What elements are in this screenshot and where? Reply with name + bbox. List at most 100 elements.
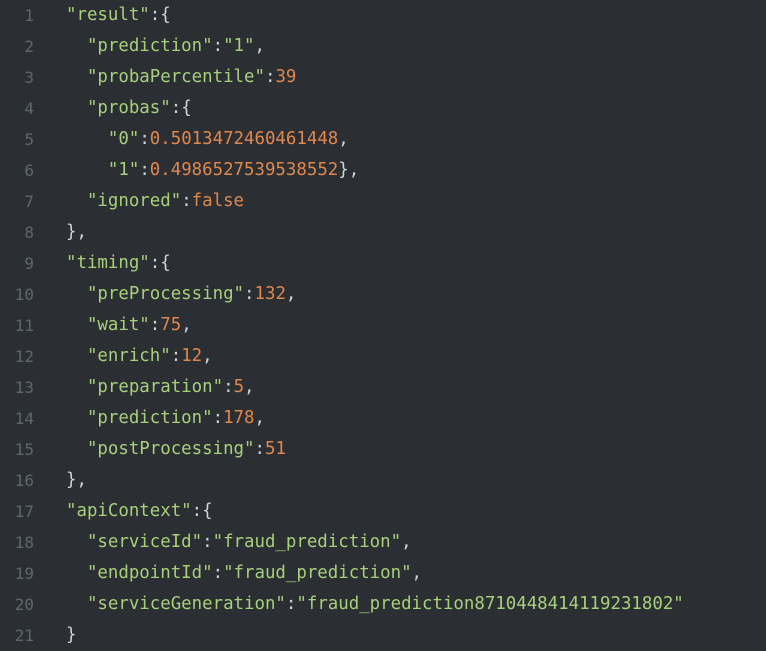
code-line: 12 "enrich":12, — [0, 341, 766, 372]
code-content: "probas":{ — [34, 93, 192, 124]
punctuation: : — [202, 532, 213, 552]
number-value: 0.5013472460461448 — [149, 129, 339, 149]
code-content: "endpointId":"fraud_prediction", — [34, 558, 422, 589]
punctuation: }, — [66, 470, 87, 490]
code-content: "preparation":5, — [34, 372, 255, 403]
code-line: 4 "probas":{ — [0, 93, 766, 124]
punctuation: : — [285, 594, 297, 614]
punctuation: :{ — [149, 253, 171, 273]
punctuation: :{ — [170, 98, 192, 118]
number-value: 178 — [223, 408, 255, 428]
line-number: 15 — [14, 440, 34, 459]
code-content: "serviceGeneration":"fraud_prediction871… — [34, 589, 684, 620]
punctuation: }, — [338, 160, 360, 180]
code-line: 15 "postProcessing":51 — [0, 434, 766, 465]
json-key: "result" — [66, 5, 150, 25]
line-number: 10 — [14, 285, 34, 304]
code-line: 7 "ignored":false — [0, 186, 766, 217]
line-number: 12 — [14, 347, 34, 366]
code-content: "wait":75, — [34, 310, 192, 341]
code-line: 10 "preProcessing":132, — [0, 279, 766, 310]
code-line: 13 "preparation":5, — [0, 372, 766, 403]
punctuation: : — [181, 191, 192, 211]
code-content: "preProcessing":132, — [34, 279, 296, 310]
line-number: 13 — [14, 378, 34, 397]
number-value: 12 — [181, 346, 203, 366]
code-content: } — [34, 620, 76, 651]
punctuation: , — [338, 129, 349, 149]
code-content: "apiContext":{ — [34, 496, 213, 527]
line-number: 7 — [24, 192, 34, 211]
code-line: 3 "probaPercentile":39 — [0, 62, 766, 93]
punctuation: , — [285, 284, 297, 304]
code-content: "0":0.5013472460461448, — [34, 124, 349, 155]
json-key: "endpointId" — [86, 563, 213, 583]
code-line: 20 "serviceGeneration":"fraud_prediction… — [0, 589, 766, 620]
json-key: "apiContext" — [66, 501, 192, 521]
line-number: 2 — [24, 37, 34, 56]
code-content: "prediction":178, — [34, 403, 265, 434]
number-value: 132 — [254, 284, 286, 304]
code-content: "ignored":false — [34, 186, 244, 217]
string-value: "fraud_prediction8710448414119231802" — [296, 594, 684, 614]
code-line: 5 "0":0.5013472460461448, — [0, 124, 766, 155]
line-number: 16 — [14, 471, 34, 490]
code-viewer[interactable]: 1 "result":{2 "prediction":"1", 3 "probaPe… — [0, 0, 766, 651]
json-key: "prediction" — [86, 408, 213, 428]
number-value: 51 — [264, 439, 286, 459]
number-value: 0.4986527539538552 — [149, 160, 339, 180]
punctuation: :{ — [191, 501, 213, 521]
code-content: "postProcessing":51 — [34, 434, 286, 465]
line-number: 11 — [14, 316, 34, 335]
json-key: "serviceGeneration" — [86, 594, 286, 614]
json-key: "preProcessing" — [86, 284, 245, 304]
punctuation: : — [264, 67, 276, 87]
line-number: 14 — [14, 409, 34, 428]
code-line: 11 "wait":75, — [0, 310, 766, 341]
code-content: "prediction":"1", — [34, 31, 265, 62]
punctuation: , — [202, 346, 213, 366]
line-number: 17 — [14, 502, 34, 521]
json-key: "preparation" — [86, 377, 224, 397]
code-line: 6 "1":0.4986527539538552}, — [0, 155, 766, 186]
code-content: "result":{ — [34, 0, 171, 31]
json-key: "0" — [107, 129, 140, 149]
json-key: "timing" — [66, 253, 150, 273]
punctuation: , — [411, 563, 423, 583]
code-line: 1 "result":{ — [0, 0, 766, 31]
code-line: 9 "timing":{ — [0, 248, 766, 279]
line-number: 6 — [24, 161, 34, 180]
number-value: 75 — [160, 315, 182, 335]
string-value: "fraud_prediction" — [212, 532, 402, 552]
json-key: "enrich" — [86, 346, 171, 366]
code-line: 8}, — [0, 217, 766, 248]
code-content: }, — [34, 217, 87, 248]
punctuation: } — [66, 625, 77, 645]
line-number: 20 — [14, 595, 34, 614]
json-key: "postProcessing" — [86, 439, 255, 459]
code-line: 14 "prediction":178, — [0, 403, 766, 434]
code-content: "probaPercentile":39 — [34, 62, 296, 93]
number-value: 39 — [275, 67, 297, 87]
code-line: 17 "apiContext":{ — [0, 496, 766, 527]
punctuation: : — [139, 129, 150, 149]
punctuation: : — [170, 346, 182, 366]
punctuation: }, — [66, 222, 87, 242]
code-content: "enrich":12, — [34, 341, 213, 372]
punctuation: : — [244, 284, 255, 304]
line-number: 1 — [24, 6, 34, 25]
line-number: 8 — [24, 223, 34, 242]
